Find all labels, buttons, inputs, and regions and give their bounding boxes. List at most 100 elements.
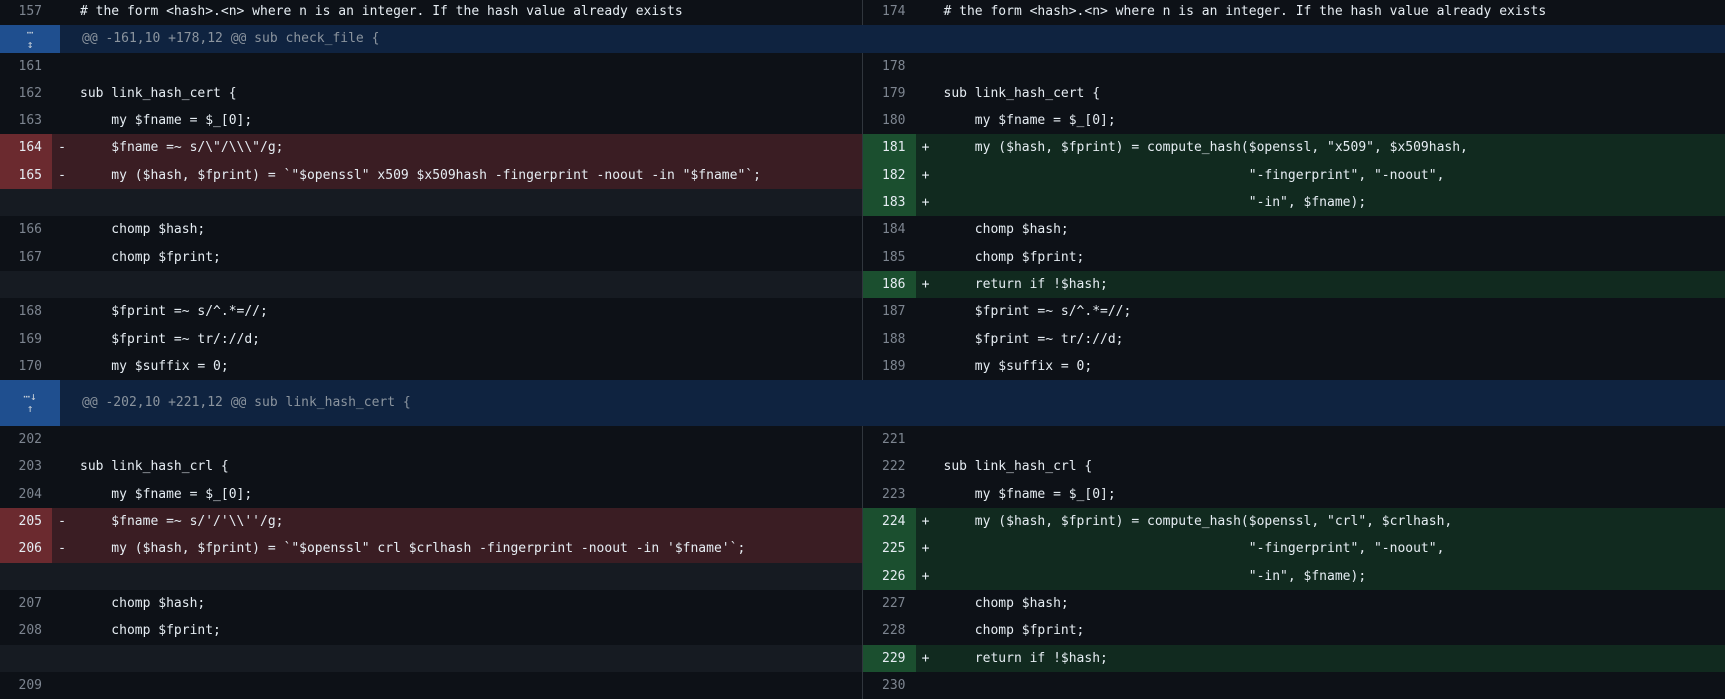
old-line-number[interactable]: 161 [0, 53, 52, 80]
diff-row: 166 chomp $hash;184 chomp $hash; [0, 216, 1725, 243]
addition-marker [916, 481, 936, 508]
new-line-number[interactable]: 179 [863, 80, 916, 107]
addition-marker [916, 590, 936, 617]
new-code-line: chomp $fprint; [936, 617, 1725, 644]
diff-row: 202 221 [0, 426, 1725, 453]
old-line-number[interactable]: 165 [0, 162, 52, 189]
old-line-number[interactable]: 163 [0, 107, 52, 134]
left-pane-line: 161 [0, 53, 862, 80]
expand-lines-button[interactable]: ⋯↕ [0, 25, 60, 52]
diff-row: 161 178 [0, 53, 1725, 80]
new-line-number[interactable]: 186 [863, 271, 916, 298]
new-line-number[interactable]: 227 [863, 590, 916, 617]
old-line-number[interactable]: 164 [0, 134, 52, 161]
old-line-number[interactable]: 202 [0, 426, 52, 453]
old-code-line: sub link_hash_cert { [72, 80, 862, 107]
left-pane-line: 204 my $fname = $_[0]; [0, 481, 862, 508]
old-line-number[interactable]: 162 [0, 80, 52, 107]
new-line-number[interactable]: 222 [863, 453, 916, 480]
diff-row: 162 sub link_hash_cert {179sub link_hash_… [0, 80, 1725, 107]
new-line-number[interactable]: 178 [863, 53, 916, 80]
new-line-number[interactable]: 181 [863, 134, 916, 161]
old-code-line: chomp $fprint; [72, 244, 862, 271]
diff-row: 207 chomp $hash;227 chomp $hash; [0, 590, 1725, 617]
new-line-number[interactable]: 184 [863, 216, 916, 243]
empty-gutter[interactable] [0, 189, 52, 216]
new-line-number[interactable]: 221 [863, 426, 916, 453]
deletion-marker [52, 298, 72, 325]
new-line-number[interactable]: 226 [863, 563, 916, 590]
old-line-number[interactable]: 207 [0, 590, 52, 617]
deletion-marker: - [52, 162, 72, 189]
deletion-marker [52, 216, 72, 243]
new-line-number[interactable]: 223 [863, 481, 916, 508]
addition-marker [916, 298, 936, 325]
addition-marker [916, 617, 936, 644]
old-line-number[interactable]: 157 [0, 0, 52, 25]
addition-marker [916, 80, 936, 107]
old-line-number[interactable]: 208 [0, 617, 52, 644]
right-pane-line: 225+ "-fingerprint", "-noout", [862, 535, 1725, 562]
old-line-number[interactable]: 170 [0, 353, 52, 380]
right-pane-line: 224+ my ($hash, $fprint) = compute_hash(… [862, 508, 1725, 535]
new-line-number[interactable]: 183 [863, 189, 916, 216]
old-line-number[interactable]: 168 [0, 298, 52, 325]
left-pane-line: 163 my $fname = $_[0]; [0, 107, 862, 134]
empty-gutter[interactable] [0, 563, 52, 590]
old-line-number[interactable]: 204 [0, 481, 52, 508]
addition-marker [916, 244, 936, 271]
deletion-marker [52, 617, 72, 644]
old-code-line: my $fname = $_[0]; [72, 481, 862, 508]
deletion-marker: - [52, 535, 72, 562]
new-line-number[interactable]: 229 [863, 645, 916, 672]
hunk-header: ⋯↕@@ -161,10 +178,12 @@ sub check_file { [0, 25, 1725, 52]
left-pane-line: 164- $fname =~ s/\"/\\\"/g; [0, 134, 862, 161]
new-line-number[interactable]: 188 [863, 326, 916, 353]
left-pane-line: 205- $fname =~ s/'/'\\''/g; [0, 508, 862, 535]
new-line-number[interactable]: 185 [863, 244, 916, 271]
left-pane-line: 162 sub link_hash_cert { [0, 80, 862, 107]
deletion-marker: - [52, 134, 72, 161]
deletion-marker [52, 80, 72, 107]
expand-lines-button[interactable]: ⋯↓↑ [0, 380, 60, 426]
old-line-number[interactable]: 166 [0, 216, 52, 243]
deletion-marker [52, 353, 72, 380]
empty-gutter[interactable] [0, 645, 52, 672]
right-pane-line: 178 [862, 53, 1725, 80]
diff-row: 186+ return if !$hash; [0, 271, 1725, 298]
addition-marker: + [916, 535, 936, 562]
new-code-line: "-fingerprint", "-noout", [936, 535, 1725, 562]
left-pane-line: 206- my ($hash, $fprint) = `"$openssl" c… [0, 535, 862, 562]
right-pane-line: 186+ return if !$hash; [862, 271, 1725, 298]
old-line-number[interactable]: 169 [0, 326, 52, 353]
left-pane-line: 165- my ($hash, $fprint) = `"$openssl" x… [0, 162, 862, 189]
new-code-line: chomp $fprint; [936, 244, 1725, 271]
new-line-number[interactable]: 228 [863, 617, 916, 644]
diff-row: 167 chomp $fprint;185 chomp $fprint; [0, 244, 1725, 271]
left-pane-line: 202 [0, 426, 862, 453]
new-line-number[interactable]: 182 [863, 162, 916, 189]
right-pane-line: 222sub link_hash_crl { [862, 453, 1725, 480]
addition-marker [916, 353, 936, 380]
old-line-number[interactable]: 167 [0, 244, 52, 271]
new-code-line: my ($hash, $fprint) = compute_hash($open… [936, 134, 1725, 161]
old-line-number[interactable]: 203 [0, 453, 52, 480]
old-line-number[interactable]: 205 [0, 508, 52, 535]
left-pane-line: 170 my $suffix = 0; [0, 353, 862, 380]
new-line-number[interactable]: 180 [863, 107, 916, 134]
diff-row: 206- my ($hash, $fprint) = `"$openssl" c… [0, 535, 1725, 562]
old-code-line: chomp $hash; [72, 216, 862, 243]
new-line-number[interactable]: 224 [863, 508, 916, 535]
diff-row: 205- $fname =~ s/'/'\\''/g;224+ my ($has… [0, 508, 1725, 535]
old-line-number[interactable]: 206 [0, 535, 52, 562]
empty-gutter[interactable] [0, 271, 52, 298]
new-line-number[interactable]: 189 [863, 353, 916, 380]
left-pane-line: 167 chomp $fprint; [0, 244, 862, 271]
right-pane-line: 227 chomp $hash; [862, 590, 1725, 617]
new-code-line: my ($hash, $fprint) = compute_hash($open… [936, 508, 1725, 535]
new-line-number[interactable]: 174 [863, 0, 916, 25]
new-line-number[interactable]: 225 [863, 535, 916, 562]
left-pane-line [0, 271, 862, 298]
new-line-number[interactable]: 187 [863, 298, 916, 325]
new-code-line [936, 53, 1725, 80]
